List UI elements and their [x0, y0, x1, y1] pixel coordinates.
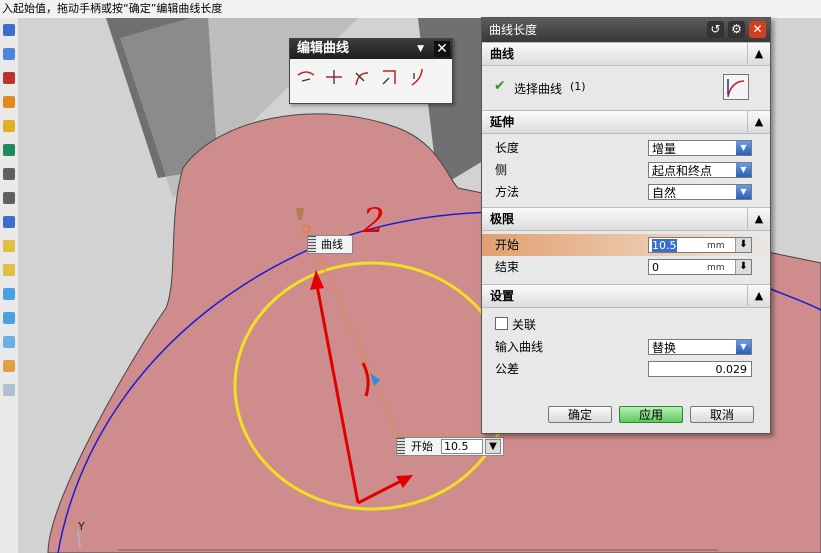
- apply-button[interactable]: 应用: [619, 406, 683, 423]
- toolbar-icon-1[interactable]: [3, 24, 15, 36]
- tolerance-row: 公差 0.029: [482, 358, 770, 380]
- associative-row[interactable]: 关联: [482, 314, 770, 336]
- end-row: 结束 0 mm ⬇: [482, 256, 770, 278]
- down-arrow-icon: ⬇: [735, 260, 751, 274]
- toolbar-icon-11[interactable]: [3, 264, 15, 276]
- curve-length-dialog[interactable]: 曲线长度 ↺ ⚙ ✕ 曲线 ▲ ✔ 选择曲线 (1) 延伸 ▲ 长度 增量 ▼ 侧起点和…: [481, 17, 771, 434]
- edit-curve-palette[interactable]: 编辑曲线 ▼ ✕: [289, 38, 453, 104]
- input-curve-select[interactable]: 替换 ▼: [648, 339, 752, 355]
- length-row: 长度 增量 ▼: [482, 137, 770, 159]
- toolbar-icon-4[interactable]: [3, 96, 15, 108]
- tolerance-input[interactable]: 0.029: [648, 361, 752, 377]
- collapse-icon[interactable]: ▲: [747, 208, 770, 229]
- input-curve-row: 输入曲线 替换 ▼: [482, 336, 770, 358]
- start-value-tag[interactable]: 开始 10.5 ▼: [396, 437, 504, 456]
- fillet-curve-icon[interactable]: [352, 67, 372, 87]
- close-icon[interactable]: ✕: [749, 21, 766, 38]
- toolbar-icon-8[interactable]: [3, 192, 15, 204]
- select-curve-row[interactable]: ✔ 选择曲线 (1): [482, 66, 770, 110]
- chevron-down-icon: ▼: [736, 163, 751, 177]
- left-toolbar: [0, 18, 19, 553]
- gear-icon[interactable]: ⚙: [728, 21, 745, 38]
- collapse-icon[interactable]: ▲: [747, 111, 770, 132]
- dialog-title: 曲线长度: [489, 23, 538, 37]
- method-select[interactable]: 自然 ▼: [648, 184, 752, 200]
- toolbar-icon-3[interactable]: [3, 72, 15, 84]
- curve-tag: 曲线: [307, 235, 353, 254]
- side-select[interactable]: 起点和终点 ▼: [648, 162, 752, 178]
- chevron-down-icon: ▼: [736, 141, 751, 155]
- toolbar-icon-7[interactable]: [3, 168, 15, 180]
- collapse-icon[interactable]: ▲: [747, 285, 770, 306]
- status-bar: 入起始值，拖动手柄或按“确定”编辑曲线长度: [0, 0, 821, 18]
- status-text: 入起始值，拖动手柄或按“确定”编辑曲线长度: [2, 2, 223, 15]
- corner-curve-icon[interactable]: [380, 67, 400, 87]
- start-value-input[interactable]: 10.5: [441, 439, 483, 454]
- toolbar-icon-15[interactable]: [3, 360, 15, 372]
- section-limits-header[interactable]: 极限 ▲: [482, 207, 770, 231]
- toolbar-icon-12[interactable]: [3, 288, 15, 300]
- dropdown-icon[interactable]: ▼: [417, 39, 424, 59]
- length-select[interactable]: 增量 ▼: [648, 140, 752, 156]
- select-curve-icon[interactable]: [723, 74, 749, 100]
- associative-checkbox[interactable]: [495, 317, 508, 330]
- toolbar-icon-16[interactable]: [3, 384, 15, 396]
- check-icon: ✔: [494, 78, 506, 94]
- section-extend-header[interactable]: 延伸 ▲: [482, 110, 770, 134]
- start-input[interactable]: 10.5 mm ⬇: [648, 237, 752, 253]
- length-curve-icon[interactable]: [408, 67, 428, 87]
- method-row: 方法 自然 ▼: [482, 181, 770, 203]
- reset-icon[interactable]: ↺: [707, 21, 724, 38]
- ok-button[interactable]: 确定: [548, 406, 612, 423]
- axis-y-label: Y: [77, 520, 85, 533]
- end-input[interactable]: 0 mm ⬇: [648, 259, 752, 275]
- split-curve-icon[interactable]: [324, 67, 344, 87]
- toolbar-icon-9[interactable]: [3, 216, 15, 228]
- toolbar-icon-6[interactable]: [3, 144, 15, 156]
- down-arrow-icon[interactable]: ▼: [485, 439, 501, 454]
- trim-curve-icon[interactable]: [296, 67, 316, 87]
- toolbar-icon-5[interactable]: [3, 120, 15, 132]
- toolbar-icon-14[interactable]: [3, 336, 15, 348]
- section-settings-header[interactable]: 设置 ▲: [482, 284, 770, 308]
- toolbar-icon-10[interactable]: [3, 240, 15, 252]
- toolbar-icon-2[interactable]: [3, 48, 15, 60]
- start-row: 开始 10.5 mm ⬇: [482, 234, 770, 256]
- palette-title: 编辑曲线: [297, 41, 350, 56]
- chevron-down-icon: ▼: [736, 340, 751, 354]
- annotation-number: 2: [363, 201, 385, 241]
- section-curve-header[interactable]: 曲线 ▲: [482, 42, 770, 66]
- toolbar-icon-13[interactable]: [3, 312, 15, 324]
- close-icon[interactable]: ✕: [434, 41, 450, 57]
- cancel-button[interactable]: 取消: [690, 406, 754, 423]
- down-arrow-icon: ⬇: [735, 238, 751, 252]
- chevron-down-icon: ▼: [736, 185, 751, 199]
- side-row: 侧起点和终点 ▼: [482, 159, 770, 181]
- collapse-icon[interactable]: ▲: [747, 43, 770, 64]
